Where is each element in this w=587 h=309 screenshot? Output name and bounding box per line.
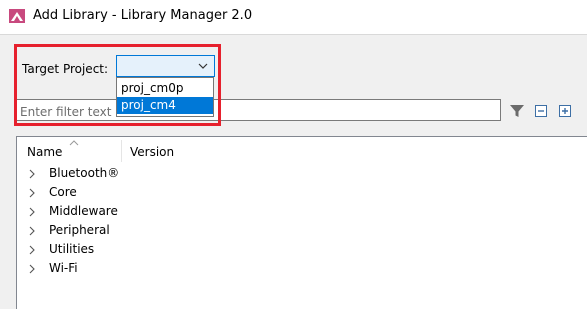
chevron-right-icon[interactable] (28, 244, 36, 255)
tree-row-label: Utilities (49, 242, 95, 256)
tree-row-bluetooth[interactable]: Bluetooth® (17, 164, 317, 183)
column-header-name[interactable]: Name (27, 145, 62, 159)
target-project-label: Target Project: (22, 62, 109, 76)
dropdown-option-proj-cm4[interactable]: proj_cm4 (117, 97, 213, 114)
tree-row-peripheral[interactable]: Peripheral (17, 221, 317, 240)
column-header-version[interactable]: Version (130, 145, 174, 159)
chevron-right-icon[interactable] (28, 225, 36, 236)
sort-ascending-icon (69, 135, 79, 146)
filter-icon[interactable] (509, 103, 525, 119)
chevron-right-icon[interactable] (28, 168, 36, 179)
tree-row-middleware[interactable]: Middleware (17, 202, 317, 221)
library-manager-window: Add Library - Library Manager 2.0 Target… (0, 0, 587, 309)
collapse-all-icon[interactable] (533, 103, 549, 119)
window-title: Add Library - Library Manager 2.0 (33, 8, 253, 23)
tree-row-label: Wi-Fi (49, 261, 78, 275)
expand-all-icon[interactable] (557, 103, 573, 119)
library-tree: Name Version Bluetooth® Core Middleware (16, 136, 587, 309)
chevron-right-icon[interactable] (28, 206, 36, 217)
tree-row-label: Peripheral (49, 223, 110, 237)
title-bar: Add Library - Library Manager 2.0 (0, 0, 587, 35)
tree-row-core[interactable]: Core (17, 183, 317, 202)
chevron-right-icon[interactable] (28, 263, 36, 274)
target-project-combobox[interactable] (116, 55, 215, 77)
chevron-right-icon[interactable] (28, 187, 36, 198)
tree-row-utilities[interactable]: Utilities (17, 240, 317, 259)
column-divider[interactable] (121, 140, 122, 162)
tree-row-label: Middleware (49, 204, 118, 218)
dropdown-option-proj-cm0p[interactable]: proj_cm0p (117, 80, 213, 97)
filter-input[interactable] (16, 99, 501, 121)
tree-row-label: Bluetooth® (49, 166, 120, 180)
chevron-down-icon[interactable] (197, 59, 209, 73)
target-project-dropdown-list: proj_cm0p proj_cm4 (116, 77, 214, 117)
tree-row-label: Core (49, 185, 77, 199)
tree-row-wi-fi[interactable]: Wi-Fi (17, 259, 317, 278)
app-icon (9, 9, 25, 23)
